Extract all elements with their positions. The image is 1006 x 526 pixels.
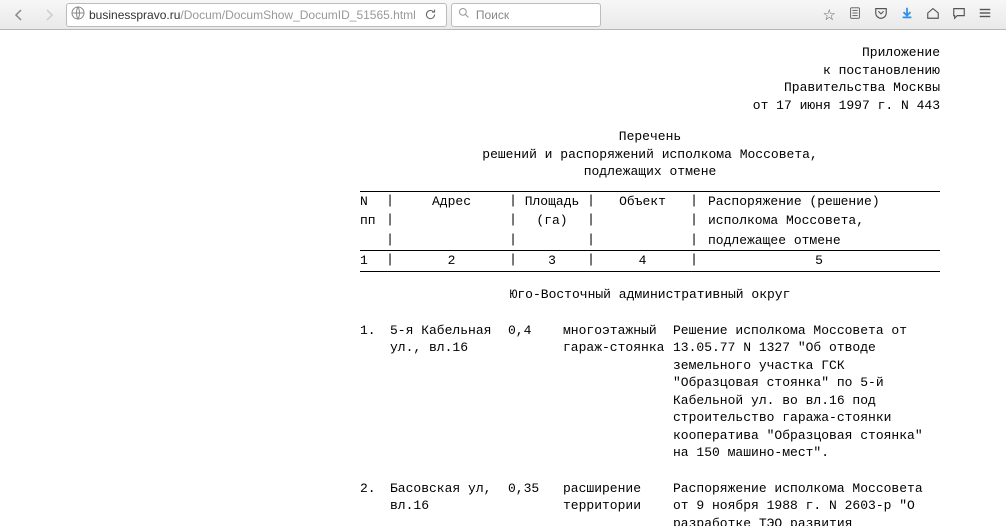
search-icon [458, 7, 470, 22]
cell-address: 5-я Кабельная ул., вл.16 [390, 322, 508, 462]
table-row: 1. 5-я Кабельная ул., вл.16 0,4 многоэта… [360, 322, 940, 462]
title-line: подлежащих отмене [360, 163, 940, 181]
cell-order: Распоряжение исполкома Моссовета от 9 но… [673, 480, 940, 526]
search-box[interactable]: Поиск [451, 3, 601, 27]
menu-icon[interactable] [978, 6, 992, 24]
appendix-block: Приложение к постановлению Правительства… [360, 44, 940, 114]
title-line: Перечень [360, 128, 940, 146]
back-button[interactable] [6, 3, 32, 27]
col-address: Адрес [394, 192, 509, 212]
search-placeholder: Поиск [476, 8, 509, 22]
clipboard-icon[interactable] [848, 6, 862, 24]
star-icon[interactable]: ☆ [823, 6, 836, 24]
appendix-line: от 17 июня 1997 г. N 443 [360, 97, 940, 115]
col-object: Объект [595, 192, 690, 212]
section-heading: Юго-Восточный административный округ [360, 286, 940, 304]
forward-button[interactable] [36, 3, 62, 27]
table-colnums: 1 | 2 | 3 | 4 | 5 [360, 251, 940, 272]
table-row: 2. Басовская ул, вл.16 0,35 расширение т… [360, 480, 940, 526]
chat-icon[interactable] [952, 6, 966, 24]
cell-n: 2. [360, 480, 390, 526]
col-npp: N [360, 192, 386, 212]
table-header: N | Адрес | Площадь | Объект | Распоряже… [360, 191, 940, 252]
cell-order: Решение исполкома Моссовета от 13.05.77 … [673, 322, 940, 462]
home-icon[interactable] [926, 6, 940, 24]
content-viewport[interactable]: Приложение к постановлению Правительства… [0, 30, 1006, 526]
appendix-line: к постановлению [360, 62, 940, 80]
cell-object: многоэтажный гараж-стоянка [563, 322, 673, 462]
page: Приложение к постановлению Правительства… [0, 30, 1006, 526]
title-line: решений и распоряжений исполкома Моссове… [360, 146, 940, 164]
url-text: businesspravo.ru/Docum/DocumShow_DocumID… [89, 8, 416, 22]
cell-area: 0,4 [508, 322, 563, 462]
toolbar-icons: ☆ [815, 6, 1000, 24]
data-table: 1. 5-я Кабельная ул., вл.16 0,4 многоэта… [360, 322, 940, 526]
reload-button[interactable] [420, 4, 442, 26]
appendix-line: Правительства Москвы [360, 79, 940, 97]
download-icon[interactable] [900, 6, 914, 24]
cell-address: Басовская ул, вл.16 [390, 480, 508, 526]
pocket-icon[interactable] [874, 6, 888, 24]
col-order: Распоряжение (решение) [698, 192, 940, 212]
appendix-line: Приложение [360, 44, 940, 62]
col-area: Площадь [517, 192, 587, 212]
url-bar[interactable]: businesspravo.ru/Docum/DocumShow_DocumID… [66, 3, 447, 27]
cell-area: 0,35 [508, 480, 563, 526]
document: Приложение к постановлению Правительства… [360, 44, 940, 526]
browser-toolbar: businesspravo.ru/Docum/DocumShow_DocumID… [0, 0, 1006, 30]
cell-object: расширение территории [563, 480, 673, 526]
cell-n: 1. [360, 322, 390, 462]
globe-icon [71, 6, 85, 23]
title-block: Перечень решений и распоряжений исполком… [360, 128, 940, 181]
